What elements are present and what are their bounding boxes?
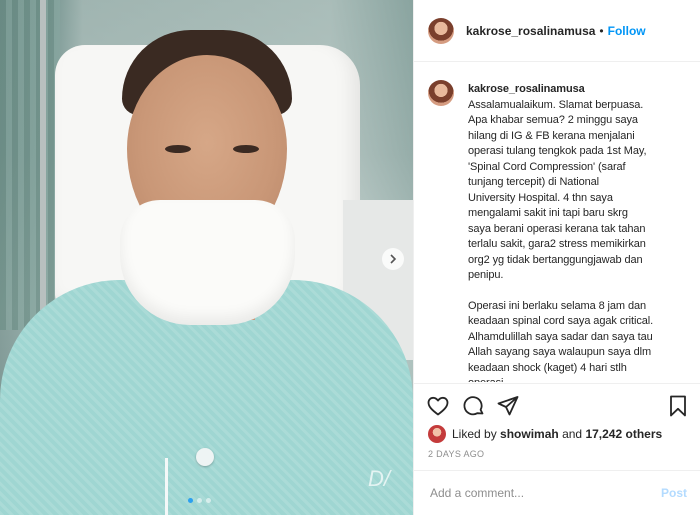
avatar[interactable] [428,17,454,44]
caption-text: kakrose_rosalinamusa Assalamualaikum. Sl… [468,78,653,382]
separator: • [599,23,604,38]
caption-username[interactable]: kakrose_rosalinamusa [468,82,653,98]
header-username[interactable]: kakrose_rosalinamusa [466,24,595,38]
carousel-dot [206,498,211,503]
likes-prefix: Liked by [452,427,497,441]
liker-username[interactable]: showimah [500,427,559,441]
likes-count[interactable]: 17,242 others [585,427,662,441]
carousel-dot [197,498,202,503]
comment-input[interactable] [428,485,642,501]
avatar[interactable] [428,80,454,106]
caption-row: kakrose_rosalinamusa Assalamualaikum. Sl… [414,62,700,382]
instagram-post: D/ kakrose_rosalinamusa • Follow kakrose… [0,0,700,515]
carousel-indicator [188,498,211,503]
likes-middle: and [562,427,583,441]
post-photo[interactable]: D/ [0,0,413,515]
heart-icon[interactable] [426,394,450,418]
caption-paragraph: Assalamualaikum. Slamat berpuasa. Apa kh… [468,98,647,282]
post-sidebar: kakrose_rosalinamusa • Follow kakrose_ro… [413,0,700,515]
comment-bar: Post [414,470,700,515]
follow-button[interactable]: Follow [608,24,646,38]
caption-paragraph: Operasi ini berlaku selama 8 jam dan kea… [468,299,654,383]
post-comment-button[interactable]: Post [661,486,687,500]
photo-watermark: D/ [368,466,390,491]
comment-icon[interactable] [462,394,486,418]
post-header: kakrose_rosalinamusa • Follow [414,0,700,62]
share-icon[interactable] [496,394,520,418]
liker-avatar[interactable] [428,425,446,443]
carousel-dot [188,498,193,503]
post-timestamp[interactable]: 2 DAYS AGO [428,449,484,459]
bookmark-icon[interactable] [666,394,690,418]
caption-area: kakrose_rosalinamusa Assalamualaikum. Sl… [414,62,700,382]
chevron-right-icon[interactable] [382,248,404,270]
action-bar [414,383,700,427]
likes-line: Liked by showimah and 17,242 others [428,425,662,443]
